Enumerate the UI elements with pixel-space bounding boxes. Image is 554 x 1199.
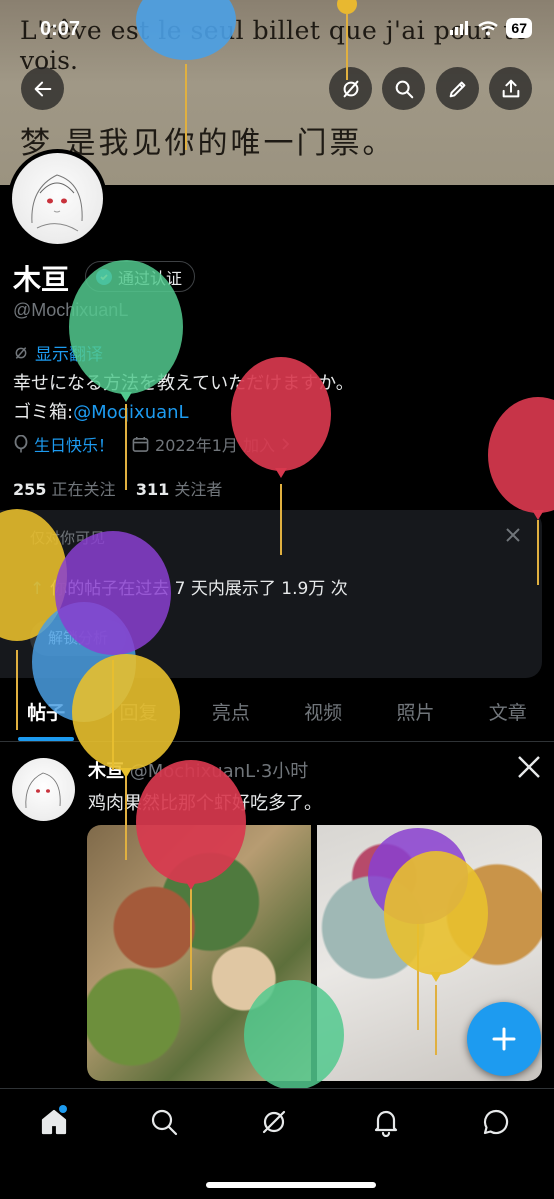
post-text: 鸡肉果然比那个虾好吃多了。	[88, 793, 322, 814]
profile-name: 木亘	[13, 263, 70, 296]
translate-label: 显示翻译	[35, 345, 103, 365]
verified-check-icon	[96, 268, 112, 285]
nav-explore[interactable]	[149, 1107, 183, 1141]
analytics-card-title: 仅对你可见	[30, 529, 106, 547]
following-count: 255	[13, 480, 47, 499]
nav-grok[interactable]	[259, 1107, 293, 1141]
post-avatar[interactable]	[12, 758, 75, 821]
grok-icon	[262, 1110, 286, 1134]
unlock-analytics-button[interactable]: 解锁分析	[30, 620, 127, 656]
signal-icon	[450, 21, 469, 35]
bell-icon	[374, 1110, 398, 1138]
followers-link[interactable]: 311 关注者	[136, 480, 223, 499]
tab-articles[interactable]: 文章	[462, 690, 554, 741]
search-icon	[151, 1109, 178, 1136]
bio-line2-prefix: ゴミ箱:	[13, 402, 74, 423]
search-button[interactable]	[382, 67, 425, 110]
followers-count: 311	[135, 480, 170, 499]
profile-meta: 生日快乐！ 2022年1月 加入	[13, 432, 291, 456]
nav-notifications[interactable]	[371, 1107, 405, 1141]
edit-pencil-icon	[449, 81, 465, 97]
edit-profile-button[interactable]	[436, 67, 479, 110]
joined-label: 2022年1月 加入	[155, 436, 276, 455]
following-label: 正在关注	[51, 480, 116, 499]
status-icons: 67	[450, 18, 532, 38]
impressions-text: 你的帖子在过去 7 天内展示了 1.9万 次	[50, 579, 348, 599]
profile-handle: @MochixuanL	[13, 300, 129, 320]
profile-avatar[interactable]	[8, 149, 107, 248]
nav-home[interactable]	[39, 1105, 73, 1141]
status-bar: 0:07 67	[0, 0, 554, 60]
followers-label: 关注者	[174, 480, 223, 499]
follow-stats: 255 正在关注 311 关注者	[13, 476, 222, 500]
following-link[interactable]: 255 正在关注	[13, 480, 116, 499]
tab-highlights[interactable]: 亮点	[185, 690, 277, 741]
profile-tabs: 帖子 回复 亮点 视频 照片 文章	[0, 690, 554, 742]
joined-item: 2022年1月 加入	[132, 432, 291, 456]
grok-icon	[343, 80, 358, 97]
x-logo-icon	[518, 756, 540, 778]
verified-label: 通过认证	[118, 268, 183, 288]
calendar-icon	[132, 436, 149, 452]
tab-posts[interactable]: 帖子	[0, 690, 92, 741]
birthday-label: 生日快乐！	[34, 436, 115, 455]
grok-button[interactable]	[329, 67, 372, 110]
analytics-card-text: ↑ 你的帖子在过去 7 天内展示了 1.9万 次	[30, 574, 348, 599]
share-button[interactable]	[489, 67, 532, 110]
home-indicator	[206, 1182, 376, 1188]
grok-icon	[15, 346, 27, 359]
trend-arrow-icon: ↑	[30, 579, 45, 599]
battery-indicator: 67	[506, 18, 532, 38]
chat-bubble-icon	[483, 1109, 509, 1135]
post-image-1[interactable]	[87, 825, 311, 1081]
share-icon	[502, 79, 519, 97]
post-header: 木亘 @MochixuanL·3小时	[88, 757, 308, 783]
close-icon[interactable]	[502, 524, 524, 546]
verified-badge[interactable]: 通过认证	[85, 261, 196, 292]
birthday-item: 生日快乐！	[13, 432, 114, 456]
show-translation-link[interactable]: 显示翻译	[13, 340, 103, 365]
search-icon	[395, 80, 413, 98]
back-button[interactable]	[21, 67, 64, 110]
plus-icon	[492, 1027, 516, 1051]
home-notification-dot	[59, 1105, 67, 1113]
nav-messages[interactable]	[481, 1107, 515, 1141]
tab-videos[interactable]: 视频	[277, 690, 369, 741]
avatar-illustration	[31, 174, 83, 232]
chevron-right-icon	[282, 438, 290, 450]
bio-mention-link[interactable]: @MoqixuanL	[73, 402, 189, 423]
analytics-card: 仅对你可见 ↑ 你的帖子在过去 7 天内展示了 1.9万 次 解锁分析	[0, 510, 542, 678]
tab-photos[interactable]: 照片	[369, 690, 461, 741]
post-author-name[interactable]: 木亘	[88, 761, 124, 782]
status-time: 0:07	[40, 18, 81, 40]
bio-line2: ゴミ箱:@MoqixuanL	[13, 398, 189, 424]
bio-line1: 幸せになる方法を教えていただけますか。	[13, 373, 354, 394]
post-author-handle[interactable]: @MochixuanL	[130, 761, 255, 782]
wifi-icon	[478, 20, 499, 35]
post-time: 3小时	[260, 761, 309, 782]
avatar-illustration	[25, 772, 61, 809]
back-arrow-icon	[34, 81, 51, 96]
compose-button[interactable]	[467, 1002, 541, 1076]
tab-replies[interactable]: 回复	[92, 690, 184, 741]
balloon-icon	[14, 435, 28, 453]
